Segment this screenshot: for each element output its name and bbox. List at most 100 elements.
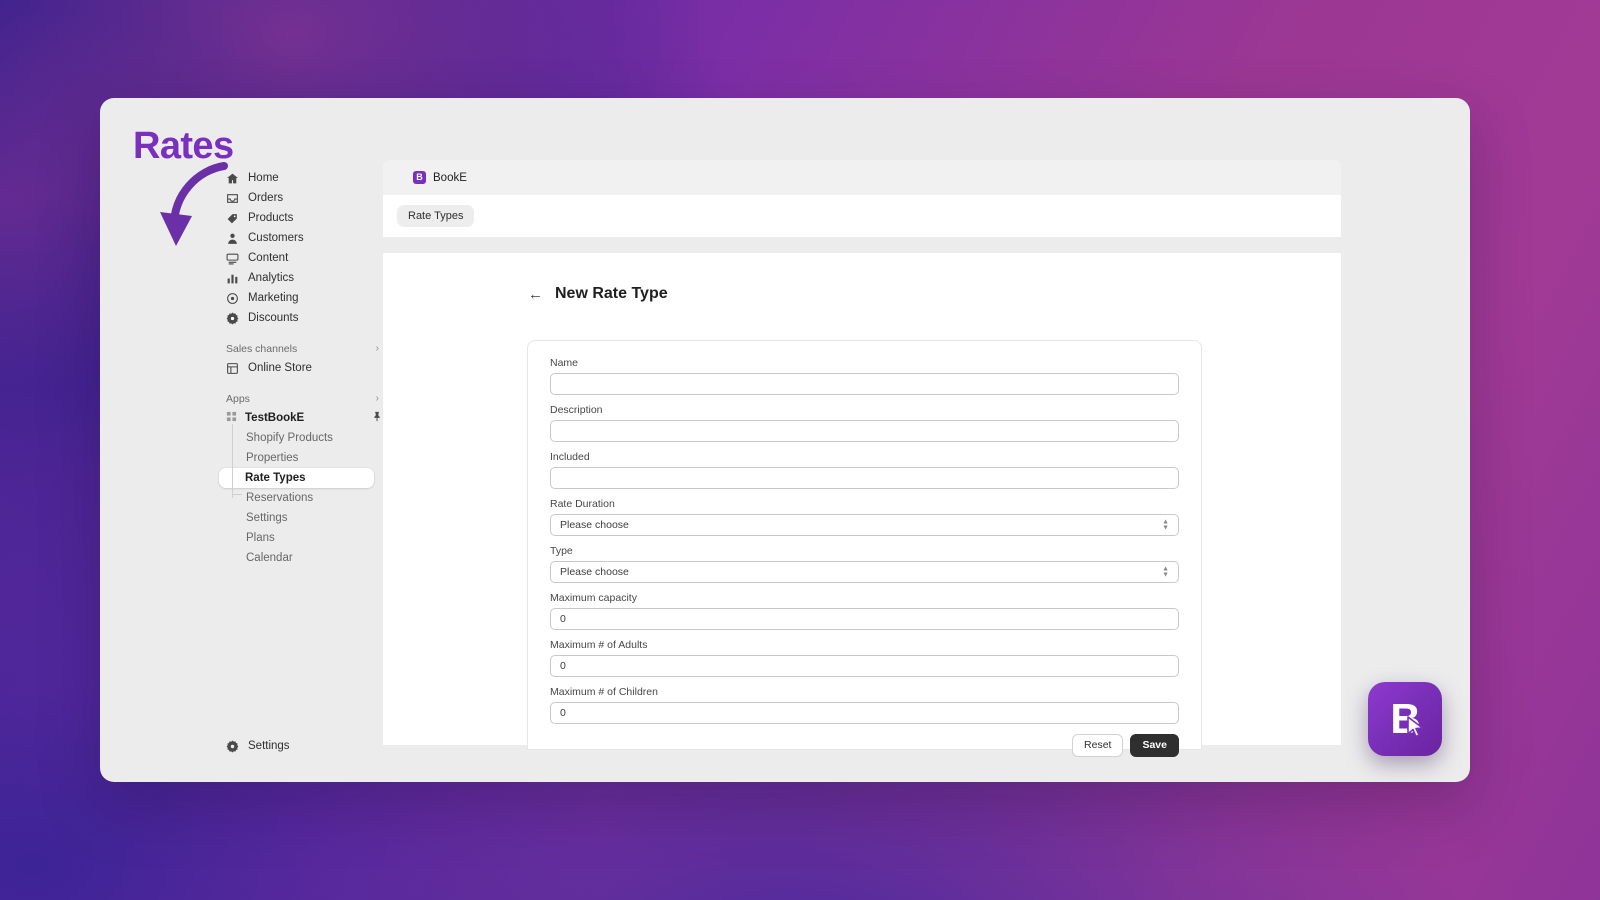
app-content: ← New Rate Type Name Description Include… [383, 253, 1341, 757]
sidebar-item-label: Settings [246, 512, 288, 524]
sidebar: Home Orders Products Customers Content A… [219, 168, 385, 768]
tree-elbow [232, 494, 242, 495]
field-description: Description [550, 404, 1179, 442]
sidebar-section-apps[interactable]: Apps › [220, 389, 385, 408]
maximum-children-input[interactable]: 0 [550, 702, 1179, 724]
sidebar-item-label: Rate Types [245, 472, 306, 484]
sidebar-item-shopify-products[interactable]: Shopify Products [220, 428, 385, 448]
sidebar-item-properties[interactable]: Properties [220, 448, 385, 468]
field-label: Included [550, 451, 590, 463]
app-tabbar: Rate Types [383, 195, 1341, 237]
booke-logo-icon: B [413, 171, 426, 184]
sidebar-item-label: Plans [246, 532, 275, 544]
sidebar-item-orders[interactable]: Orders [220, 188, 385, 208]
sidebar-item-customers[interactable]: Customers [220, 228, 385, 248]
page-title: New Rate Type [555, 285, 668, 302]
chevron-updown-icon: ▲ ▼ [1162, 565, 1169, 579]
app-name: BookE [433, 171, 467, 184]
sidebar-item-home[interactable]: Home [220, 168, 385, 188]
sidebar-footer: Settings [220, 736, 385, 756]
sidebar-item-reservations[interactable]: Reservations [220, 488, 385, 508]
field-label: Type [550, 545, 573, 557]
sidebar-item-marketing[interactable]: Marketing [220, 288, 385, 308]
sidebar-app-subnav: Shopify Products Properties Rate Types R… [219, 424, 385, 568]
field-maximum-adults: Maximum # of Adults 0 [550, 639, 1179, 677]
sidebar-app-testbooke[interactable]: TestBookE [220, 408, 385, 428]
products-tag-icon [226, 212, 239, 225]
tab-rate-types[interactable]: Rate Types [397, 205, 475, 227]
brand-badge: B [1368, 682, 1442, 756]
input-value: 0 [560, 660, 566, 672]
rate-duration-select[interactable]: Please choose ▲ ▼ [550, 514, 1179, 536]
field-label: Description [550, 404, 603, 416]
orders-inbox-icon [226, 192, 239, 205]
sidebar-item-products[interactable]: Products [220, 208, 385, 228]
sidebar-section-sales-channels[interactable]: Sales channels › [220, 339, 385, 358]
sidebar-item-calendar[interactable]: Calendar [220, 548, 385, 568]
input-value: 0 [560, 613, 566, 625]
chevron-right-icon: › [375, 343, 379, 354]
reset-button[interactable]: Reset [1072, 734, 1124, 757]
name-input[interactable] [550, 373, 1179, 395]
app-window: Rates Home Orders Products Customers Con… [100, 98, 1470, 782]
field-label: Name [550, 357, 579, 369]
online-store-icon [226, 362, 239, 375]
field-maximum-children: Maximum # of Children 0 [550, 686, 1179, 724]
save-button[interactable]: Save [1130, 734, 1179, 757]
embedded-app-panel: B BookE Rate Types ← New Rate Type Name [383, 160, 1341, 757]
sidebar-item-online-store[interactable]: Online Store [220, 358, 385, 378]
field-included: Included [550, 451, 1179, 489]
field-label: Rate Duration [550, 498, 615, 510]
sidebar-item-settings[interactable]: Settings [220, 508, 385, 528]
field-rate-duration: Rate Duration Please choose ▲ ▼ [550, 498, 1179, 536]
form-actions: Reset Save [550, 734, 1179, 757]
field-label: Maximum capacity [550, 592, 637, 604]
pin-icon[interactable] [372, 411, 383, 425]
sidebar-item-label: Online Store [248, 362, 312, 374]
sidebar-item-label: Properties [246, 452, 299, 464]
sidebar-item-content[interactable]: Content [220, 248, 385, 268]
field-name: Name [550, 357, 1179, 395]
maximum-capacity-input[interactable]: 0 [550, 608, 1179, 630]
tree-line [232, 424, 233, 498]
sidebar-item-label: Settings [248, 740, 290, 752]
sidebar-item-label: Calendar [246, 552, 293, 564]
back-arrow-icon[interactable]: ← [528, 287, 543, 302]
chevron-right-icon: › [375, 393, 379, 404]
sidebar-item-plans[interactable]: Plans [220, 528, 385, 548]
app-grid-icon [226, 411, 237, 425]
field-label: Maximum # of Adults [550, 639, 648, 651]
field-maximum-capacity: Maximum capacity 0 [550, 592, 1179, 630]
page-header: ← New Rate Type [383, 253, 1341, 303]
sidebar-item-label: Marketing [248, 292, 299, 304]
marketing-target-icon [226, 292, 239, 305]
sidebar-item-label: Reservations [246, 492, 314, 504]
panel-gap [383, 237, 1341, 253]
sidebar-item-discounts[interactable]: Discounts [220, 308, 385, 328]
chevron-updown-icon: ▲ ▼ [1162, 518, 1169, 532]
annotation-headline: Rates [133, 125, 234, 167]
included-input[interactable] [550, 467, 1179, 489]
discounts-icon [226, 312, 239, 325]
sidebar-item-settings-footer[interactable]: Settings [220, 736, 385, 756]
field-label: Maximum # of Children [550, 686, 658, 698]
customers-person-icon [226, 232, 239, 245]
home-icon [226, 172, 239, 185]
field-type: Type Please choose ▲ ▼ [550, 545, 1179, 583]
type-select[interactable]: Please choose ▲ ▼ [550, 561, 1179, 583]
analytics-bars-icon [226, 272, 239, 285]
app-topbar: B BookE [383, 160, 1341, 195]
sidebar-item-label: Discounts [248, 312, 299, 324]
cursor-arrow-icon [1407, 716, 1424, 738]
sidebar-item-analytics[interactable]: Analytics [220, 268, 385, 288]
sidebar-item-label: Shopify Products [246, 432, 333, 444]
description-input[interactable] [550, 420, 1179, 442]
sidebar-item-rate-types[interactable]: Rate Types [219, 468, 374, 488]
select-value: Please choose [560, 566, 629, 578]
gear-icon [226, 740, 239, 753]
select-value: Please choose [560, 519, 629, 531]
maximum-adults-input[interactable]: 0 [550, 655, 1179, 677]
sidebar-item-label: Customers [248, 232, 304, 244]
sidebar-app-label: TestBookE [245, 412, 305, 424]
